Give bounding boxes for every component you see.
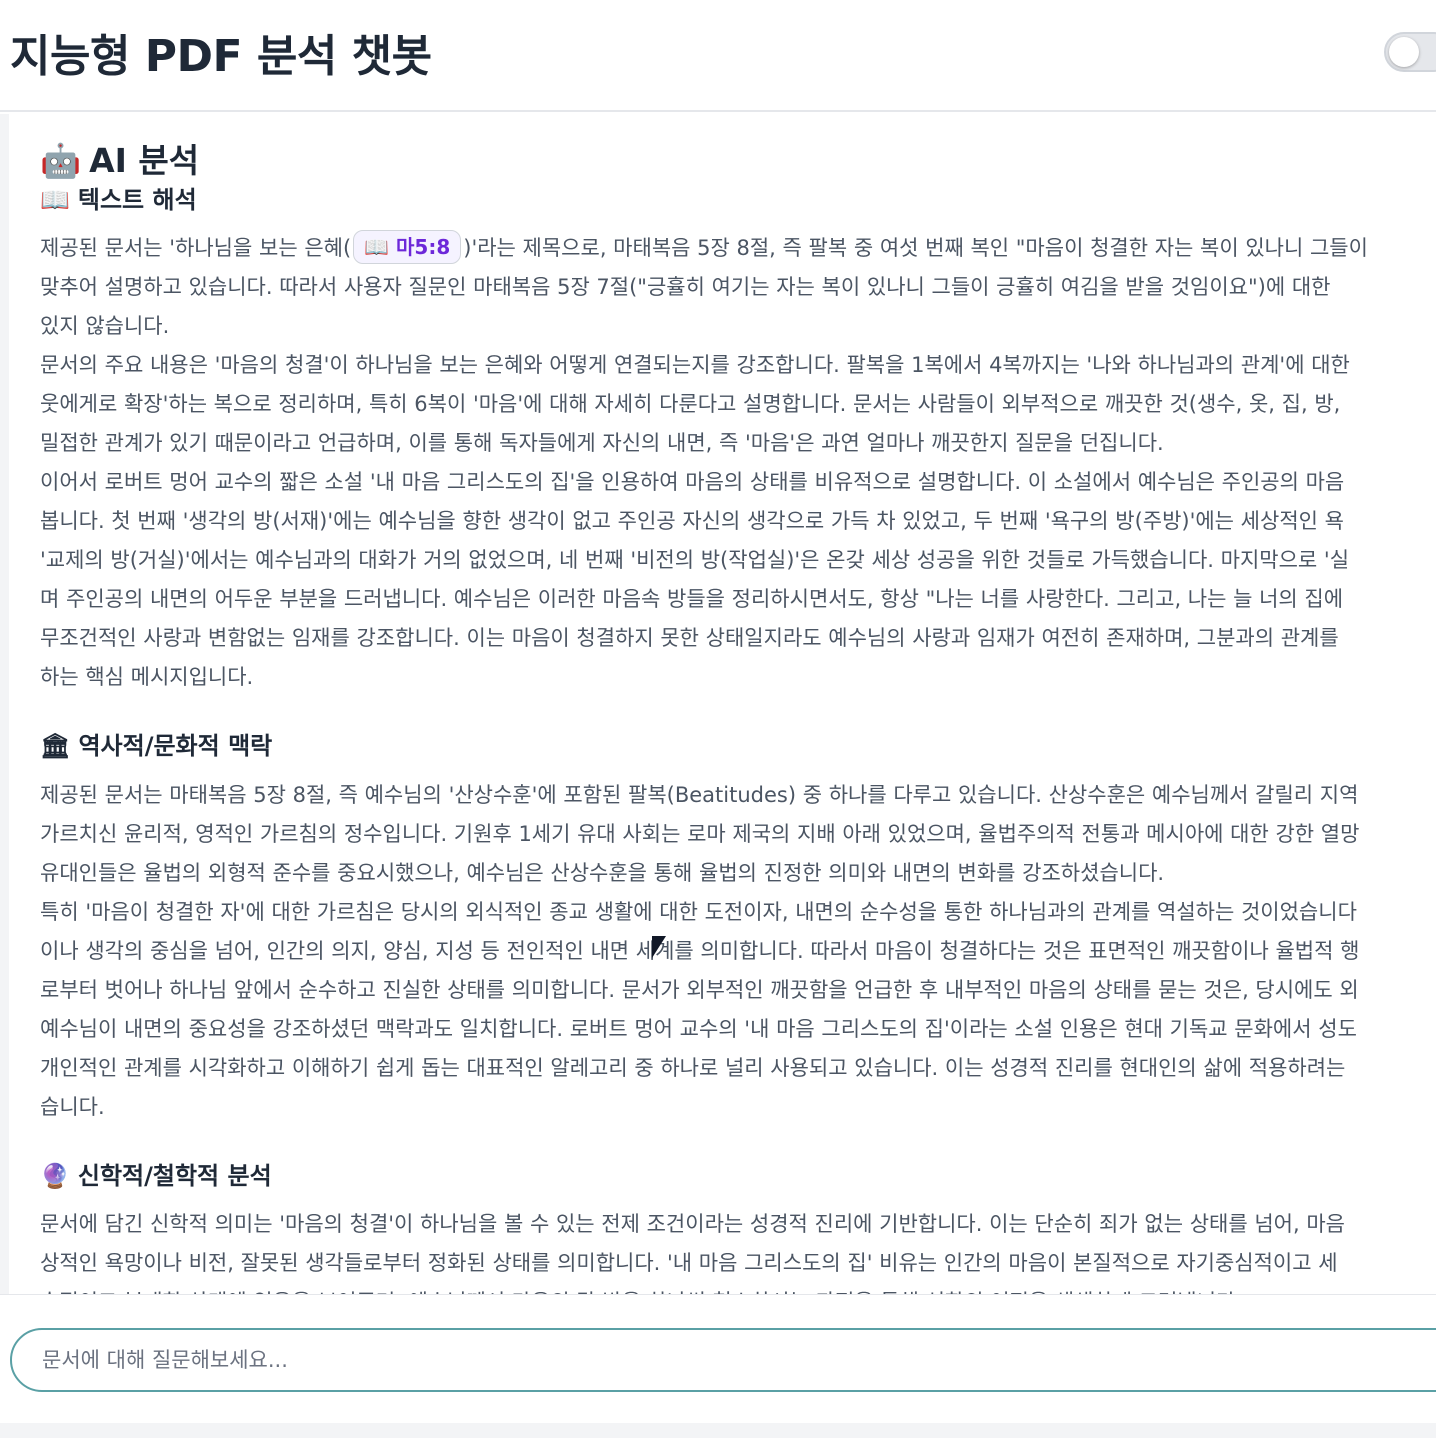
text-line: 예수님이 내면의 중요성을 강조하셨던 맥락과도 일치합니다. 로버트 멍어 교… <box>40 1017 1357 1041</box>
toggle-knob <box>1389 37 1419 67</box>
text-line: 개인적인 관계를 시각화하고 이해하기 쉽게 돕는 대표적인 알레고리 중 하나… <box>40 1056 1346 1080</box>
ai-analysis-title: 🤖 AI 분석 <box>40 134 199 182</box>
section-body-historical-context: 제공된 문서는 마태복음 5장 8절, 즉 예수님의 '산상수훈'에 포함된 팔… <box>40 776 1436 1127</box>
text-line: 제공된 문서는 마태복음 5장 8절, 즉 예수님의 '산상수훈'에 포함된 팔… <box>40 783 1359 807</box>
section-heading-historical-context: 🏛 역사적/문화적 맥락 <box>40 726 272 761</box>
robot-icon: 🤖 <box>40 141 82 180</box>
section-heading-label: 텍스트 해석 <box>77 186 197 214</box>
verse-reference-label: 마5:8 <box>396 235 451 259</box>
crystal-ball-icon: 🔮 <box>40 1162 70 1190</box>
classical-building-icon: 🏛 <box>40 732 71 760</box>
text-line: 상적인 욕망이나 비전, 잘못된 생각들로부터 정화된 상태를 의미합니다. '… <box>40 1251 1338 1275</box>
text-line: 웃에게로 확장'하는 복으로 정리하며, 특히 6복이 '마음'에 대해 자세히… <box>40 392 1341 416</box>
verse-reference-chip[interactable]: 📖 마5:8 <box>353 230 462 264</box>
analysis-area[interactable]: 🤖 AI 분석 📖 텍스트 해석 제공된 문서는 '하나님을 보는 은혜(📖 마5:… <box>0 114 1436 1294</box>
chat-footer <box>0 1294 1436 1438</box>
theme-toggle[interactable] <box>1384 32 1436 72</box>
text-line: 속적이고 부패한 상태에 있음을 보여주며, 예수님께서 마음의 각 방을 하나… <box>40 1283 1436 1294</box>
book-icon: 📖 <box>40 186 70 214</box>
text-line: 제공된 문서는 '하나님을 보는 은혜(📖 마5:8)'라는 제목으로, 마태복… <box>40 229 1436 268</box>
text-line: 맞추어 설명하고 있습니다. 따라서 사용자 질문인 마태복음 5장 7절("긍… <box>40 275 1331 299</box>
text-line: 특히 '마음이 청결한 자'에 대한 가르침은 당시의 외식적인 종교 생활에 … <box>40 900 1357 924</box>
page-title: 지능형 PDF 분석 챗봇 <box>10 31 432 82</box>
text-fragment: 제공된 문서는 '하나님을 보는 은혜( <box>40 236 352 260</box>
section-body-text-interpretation: 제공된 문서는 '하나님을 보는 은혜(📖 마5:8)'라는 제목으로, 마태복… <box>40 229 1436 697</box>
text-line: 봅니다. 첫 번째 '생각의 방(서재)'에는 예수님을 향한 생각이 없고 주… <box>40 509 1344 533</box>
chat-input[interactable] <box>10 1328 1436 1392</box>
left-rail <box>0 114 9 1294</box>
text-line: 이어서 로버트 멍어 교수의 짧은 소설 '내 마음 그리스도의 집'을 인용하… <box>40 470 1345 494</box>
text-line: 있지 않습니다. <box>40 314 170 338</box>
text-line: 며 주인공의 내면의 어두운 부분을 드러냅니다. 예수님은 이러한 마음속 방… <box>40 587 1344 611</box>
section-heading-label: 신학적/철학적 분석 <box>77 1162 272 1190</box>
text-line: '교제의 방(거실)'에서는 예수님과의 대화가 거의 없었으며, 네 번째 '… <box>40 548 1350 572</box>
text-line: 이나 생각의 중심을 넘어, 인간의 의지, 양심, 지성 등 전인적인 내면 … <box>40 939 1360 963</box>
app-header: 지능형 PDF 분석 챗봇 <box>0 0 1436 112</box>
text-line: 밀접한 관계가 있기 때문이라고 언급하며, 이를 통해 독자들에게 자신의 내… <box>40 431 1164 455</box>
text-line: 습니다. <box>40 1095 105 1119</box>
section-heading-label: 역사적/문화적 맥락 <box>78 732 273 760</box>
book-icon: 📖 <box>364 235 390 259</box>
mouse-cursor-icon <box>652 936 666 958</box>
ai-analysis-label: AI 분석 <box>89 141 200 180</box>
text-line: 로부터 벗어나 하나님 앞에서 순수하고 진실한 상태를 의미합니다. 문서가 … <box>40 978 1359 1002</box>
section-heading-theological-analysis: 🔮 신학적/철학적 분석 <box>40 1156 272 1191</box>
section-body-theological-analysis: 문서에 담긴 신학적 의미는 '마음의 청결'이 하나님을 볼 수 있는 전제 … <box>40 1205 1436 1294</box>
text-line: 하는 핵심 메시지입니다. <box>40 665 254 689</box>
text-line: 무조건적인 사랑과 변함없는 임재를 강조합니다. 이는 마음이 청결하지 못한… <box>40 626 1339 650</box>
text-line: 문서의 주요 내용은 '마음의 청결'이 하나님을 보는 은혜와 어떻게 연결되… <box>40 353 1350 377</box>
footer-shade <box>0 1423 1436 1438</box>
text-line: 문서에 담긴 신학적 의미는 '마음의 청결'이 하나님을 볼 수 있는 전제 … <box>40 1212 1345 1236</box>
text-line: 가르치신 윤리적, 영적인 가르침의 정수입니다. 기원후 1세기 유대 사회는… <box>40 822 1360 846</box>
section-heading-text-interpretation: 📖 텍스트 해석 <box>40 180 197 215</box>
text-fragment: )'라는 제목으로, 마태복음 5장 8절, 즉 팔복 중 여섯 번째 복인 "… <box>463 236 1368 260</box>
text-line: 유대인들은 율법의 외형적 준수를 중요시했으나, 예수님은 산상수훈을 통해 … <box>40 861 1165 885</box>
